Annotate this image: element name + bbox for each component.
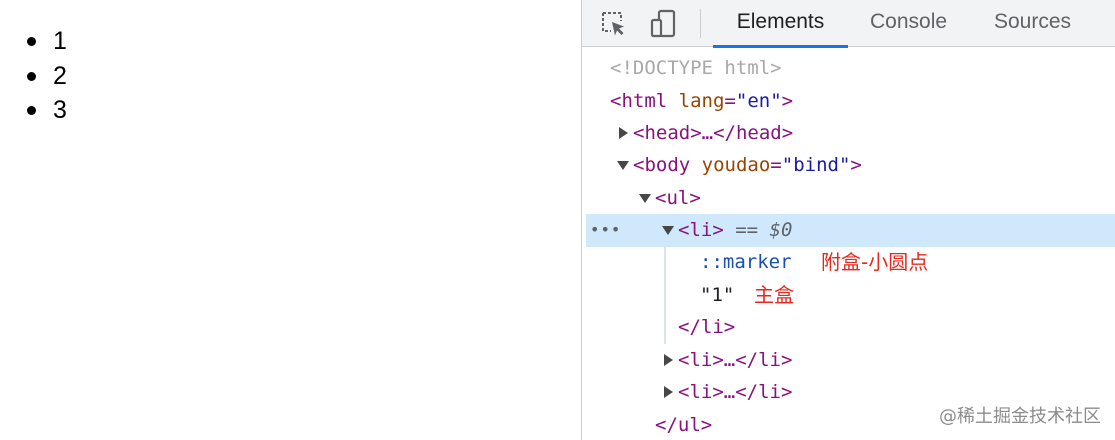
list-item: 3	[0, 93, 67, 128]
attr-eq: =	[770, 154, 782, 176]
tree-row-doctype[interactable]: <!DOCTYPE html>	[582, 52, 1115, 85]
list-item-text: 1	[53, 27, 67, 55]
tree-row-head[interactable]: <head>…</head>	[582, 117, 1115, 150]
body-attr-name: youdao	[701, 154, 771, 176]
ul-close-node: </ul>	[655, 414, 713, 436]
list-item-text: 3	[53, 96, 67, 124]
bullet-icon	[27, 71, 36, 81]
doctype-text: <!DOCTYPE html>	[610, 57, 782, 79]
body-tag: <body	[633, 154, 691, 176]
tree-row-li-close[interactable]: </li>	[582, 311, 1115, 344]
html-node: <html lang="en">	[610, 85, 793, 117]
expand-triangle-icon[interactable]	[663, 376, 675, 408]
tree-row-text[interactable]: "1" 主盒	[582, 279, 1115, 312]
tab-elements[interactable]: Elements	[713, 0, 848, 48]
list-item-text: 2	[53, 61, 67, 90]
tree-row-li-collapsed[interactable]: <li>…</li>	[582, 344, 1115, 377]
select-element-icon[interactable]	[598, 8, 630, 40]
collapse-triangle-icon[interactable]	[662, 214, 674, 246]
li-tag: <li>	[678, 219, 724, 241]
attr-eq: =	[724, 90, 736, 112]
bullet-icon	[27, 37, 36, 46]
body-node: <body youdao="bind">	[633, 149, 862, 181]
selected-marker: == $0	[735, 219, 793, 241]
tag-close: >	[850, 154, 862, 176]
expand-triangle-icon[interactable]	[618, 117, 630, 149]
pseudo-marker-node: ::marker	[700, 251, 792, 273]
page-list: 1 2 3	[0, 24, 67, 128]
html-tag: <html	[610, 90, 668, 112]
marker-annotation: 附盒-小圆点	[821, 250, 929, 274]
collapse-triangle-icon[interactable]	[639, 182, 651, 214]
tree-row-html[interactable]: <html lang="en">	[582, 85, 1115, 118]
expand-triangle-icon[interactable]	[663, 344, 675, 376]
html-attr-value: "en"	[735, 90, 782, 112]
text-node: "1"	[700, 284, 735, 306]
more-options-icon[interactable]: •••	[590, 214, 621, 246]
head-node: <head>…</head>	[633, 122, 794, 144]
dom-tree: <!DOCTYPE html> <html lang="en"> <head>……	[582, 48, 1115, 440]
tree-row-body[interactable]: <body youdao="bind">	[582, 149, 1115, 182]
devtools-panel: Elements Console Sources <!DOCTYPE html>…	[581, 0, 1115, 440]
tag-close: >	[781, 90, 794, 112]
watermark: @稀土掘金技术社区	[939, 406, 1101, 427]
devtools-toolbar: Elements Console Sources	[582, 0, 1115, 48]
li-collapsed-node: <li>…</li>	[678, 381, 793, 403]
list-item: 1	[0, 24, 67, 59]
li-close-node: </li>	[678, 316, 736, 338]
toolbar-divider	[700, 9, 701, 38]
body-attr-value: "bind"	[781, 154, 851, 176]
collapse-triangle-icon[interactable]	[617, 149, 629, 181]
list-item: 2	[0, 59, 67, 94]
text-annotation: 主盒	[754, 283, 794, 307]
tree-row-marker[interactable]: ::marker 附盒-小圆点	[582, 246, 1115, 279]
html-attr-name: lang	[678, 90, 725, 112]
tree-row-ul[interactable]: <ul>	[582, 182, 1115, 215]
ul-node: <ul>	[655, 187, 701, 209]
tab-sources[interactable]: Sources	[994, 0, 1071, 47]
bullet-icon	[27, 106, 36, 115]
rendered-page: 1 2 3	[0, 0, 581, 440]
device-toolbar-icon[interactable]	[648, 8, 680, 40]
tree-row-li-selected[interactable]: ••• <li> == $0	[586, 214, 1115, 247]
li-node: <li> == $0	[678, 214, 792, 246]
tab-console[interactable]: Console	[870, 0, 947, 47]
li-collapsed-node: <li>…</li>	[678, 349, 793, 371]
